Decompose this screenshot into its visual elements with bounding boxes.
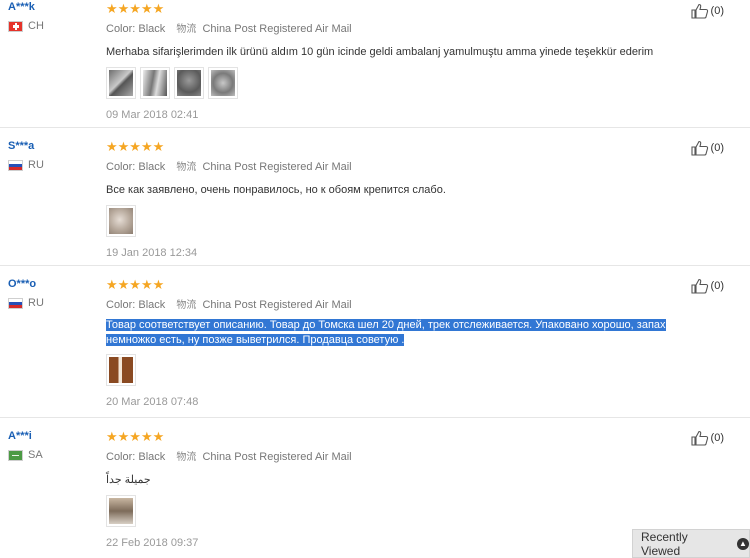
helpful-count: (0) (710, 142, 724, 154)
review-item: S***a RU ★★★★★ Color: Black 物流 China Pos… (0, 128, 750, 266)
country-code: RU (28, 159, 44, 171)
country-code: SA (28, 449, 43, 461)
review-content: ★★★★★ Color: Black 物流 China Post Registe… (106, 140, 706, 259)
review-item: O***o RU ★★★★★ Color: Black 物流 China Pos… (0, 266, 750, 418)
flag-ru-icon (8, 159, 23, 171)
review-photo-thumb[interactable] (106, 205, 136, 237)
review-photos (106, 205, 706, 237)
shipping-method: China Post Registered Air Mail (202, 23, 352, 35)
country-code: CH (28, 20, 44, 32)
review-meta: Color: Black 物流 China Post Registered Ai… (106, 448, 706, 463)
review-photo-thumb[interactable] (208, 67, 238, 99)
review-photos (106, 495, 706, 527)
recently-viewed-label: Recently Viewed (641, 529, 688, 558)
color-value: Black (138, 451, 166, 463)
review-photos (106, 67, 706, 99)
color-label: Color: (106, 451, 136, 463)
recently-viewed-button[interactable]: Recently Viewed ▲ (632, 529, 750, 558)
chevron-up-icon: ▲ (737, 537, 749, 550)
review-meta: Color: Black 物流 China Post Registered Ai… (106, 158, 706, 173)
helpful-button[interactable]: (0) (690, 140, 724, 156)
reviewer-country: RU (8, 297, 44, 309)
reviewer-info: S***a RU (8, 139, 44, 171)
review-text: Товар соответствует описанию. Товар до Т… (106, 319, 666, 346)
review-photos (106, 354, 706, 386)
review-photo-thumb[interactable] (106, 67, 136, 99)
review-content: ★★★★★ Color: Black 物流 China Post Registe… (106, 278, 706, 408)
helpful-button[interactable]: (0) (690, 430, 724, 446)
review-date: 19 Jan 2018 12:34 (106, 247, 198, 259)
helpful-count: (0) (710, 432, 724, 444)
review-text: Merhaba sifarişlerimden ilk ürünü aldım … (106, 46, 654, 58)
color-value: Black (138, 23, 166, 35)
flag-sa-icon (8, 449, 23, 461)
shipping-method: China Post Registered Air Mail (202, 161, 352, 173)
country-code: RU (28, 297, 44, 309)
review-content: ★★★★★ Color: Black 物流 China Post Registe… (106, 2, 706, 121)
reviewer-name[interactable]: O***o (8, 278, 44, 290)
shipping-icon: 物流 (176, 452, 197, 463)
color-label: Color: (106, 161, 136, 173)
shipping-method: China Post Registered Air Mail (202, 451, 352, 463)
review-text: جميلة جداً (106, 474, 151, 486)
star-rating: ★★★★★ (106, 277, 165, 292)
helpful-count: (0) (710, 5, 724, 17)
thumbs-up-icon (690, 3, 708, 19)
flag-ru-icon (8, 297, 23, 309)
color-value: Black (138, 299, 166, 311)
helpful-button[interactable]: (0) (690, 3, 724, 19)
reviewer-name[interactable]: A***i (8, 430, 43, 442)
thumbs-up-icon (690, 430, 708, 446)
helpful-button[interactable]: (0) (690, 278, 724, 294)
color-label: Color: (106, 299, 136, 311)
helpful-count: (0) (710, 280, 724, 292)
flag-ch-icon (8, 20, 23, 32)
review-date: 22 Feb 2018 09:37 (106, 537, 199, 549)
reviewer-country: RU (8, 159, 44, 171)
star-rating: ★★★★★ (106, 1, 165, 16)
thumbs-up-icon (690, 140, 708, 156)
reviewer-info: O***o RU (8, 277, 44, 309)
review-photo-thumb[interactable] (140, 67, 170, 99)
review-photo-thumb[interactable] (106, 354, 136, 386)
reviewer-name[interactable]: S***a (8, 140, 44, 152)
star-rating: ★★★★★ (106, 429, 165, 444)
shipping-icon: 物流 (176, 162, 197, 173)
shipping-icon: 物流 (176, 300, 197, 311)
color-label: Color: (106, 23, 136, 35)
review-meta: Color: Black 物流 China Post Registered Ai… (106, 20, 706, 35)
reviewer-info: A***i SA (8, 429, 43, 461)
reviewer-name[interactable]: A***k (8, 1, 44, 13)
review-date: 09 Mar 2018 02:41 (106, 109, 199, 121)
review-meta: Color: Black 物流 China Post Registered Ai… (106, 296, 706, 311)
reviewer-country: SA (8, 449, 43, 461)
reviewer-country: CH (8, 20, 44, 32)
review-photo-thumb[interactable] (106, 495, 136, 527)
review-text-selected: Товар соответствует описанию. Товар до Т… (106, 318, 706, 348)
star-rating: ★★★★★ (106, 139, 165, 154)
review-item: A***k CH ★★★★★ Color: Black 物流 China Pos… (0, 0, 750, 128)
reviewer-info: A***k CH (8, 0, 44, 32)
thumbs-up-icon (690, 278, 708, 294)
shipping-method: China Post Registered Air Mail (202, 299, 352, 311)
review-date: 20 Mar 2018 07:48 (106, 396, 199, 408)
review-content: ★★★★★ Color: Black 物流 China Post Registe… (106, 430, 706, 549)
shipping-icon: 物流 (176, 24, 197, 35)
review-text: Все как заявлено, очень понравилось, но … (106, 184, 446, 196)
review-photo-thumb[interactable] (174, 67, 204, 99)
color-value: Black (138, 161, 166, 173)
